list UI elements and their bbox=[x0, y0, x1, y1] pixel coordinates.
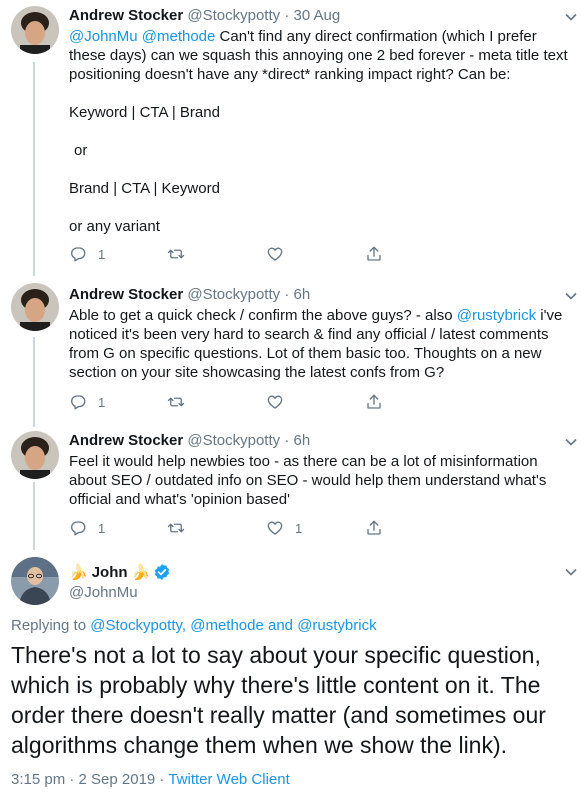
reply-count: 1 bbox=[98, 394, 106, 410]
chevron-down-icon[interactable] bbox=[564, 435, 578, 449]
banana-emoji: 🍌 bbox=[131, 563, 151, 581]
share-button[interactable] bbox=[365, 244, 383, 264]
reply-icon bbox=[71, 247, 86, 262]
separator: · bbox=[284, 432, 290, 449]
tweet-header: Andrew Stocker @Stockypotty · 6h bbox=[69, 432, 310, 449]
display-name[interactable]: Andrew Stocker bbox=[69, 7, 183, 24]
share-icon bbox=[367, 520, 381, 535]
tweet-actions: 1 bbox=[69, 392, 389, 412]
tweet-text-body: Able to get a quick check / confirm the … bbox=[69, 307, 457, 324]
timestamp[interactable]: 6h bbox=[293, 432, 310, 449]
replying-label: Replying to bbox=[11, 617, 87, 634]
retweet-icon bbox=[167, 249, 185, 259]
username[interactable]: @Stockypotty bbox=[187, 7, 280, 24]
display-name[interactable]: Andrew Stocker bbox=[69, 432, 183, 449]
avatar[interactable] bbox=[11, 431, 59, 479]
share-icon bbox=[367, 246, 381, 261]
like-button[interactable] bbox=[266, 244, 295, 264]
tweet-paragraph: Keyword | CTA | Brand bbox=[69, 104, 220, 121]
tweet-text: Able to get a quick check / confirm the … bbox=[69, 306, 575, 382]
client-link[interactable]: Twitter Web Client bbox=[168, 771, 289, 788]
replying-and: and bbox=[268, 617, 294, 634]
mention-link[interactable]: @methode bbox=[142, 28, 216, 45]
tweet-text: @JohnMu @methode Can't find any direct c… bbox=[69, 27, 575, 236]
avatar[interactable] bbox=[11, 557, 59, 605]
timestamp[interactable]: 3:15 pm · 2 Sep 2019 · bbox=[11, 771, 164, 788]
reply-icon bbox=[71, 521, 86, 536]
share-button[interactable] bbox=[365, 392, 383, 412]
retweet-icon bbox=[167, 523, 185, 533]
share-button[interactable] bbox=[365, 518, 383, 538]
retweet-button[interactable] bbox=[167, 244, 196, 264]
like-button[interactable] bbox=[266, 392, 295, 412]
verified-badge-icon bbox=[155, 564, 170, 580]
retweet-icon bbox=[167, 397, 185, 407]
tweet-paragraph: or bbox=[74, 142, 88, 159]
display-name[interactable]: Andrew Stocker bbox=[69, 286, 183, 303]
username[interactable]: @JohnMu bbox=[69, 584, 138, 601]
main-tweet-text: There's not a lot to say about your spec… bbox=[11, 642, 546, 758]
separator: · bbox=[284, 286, 290, 303]
tweet[interactable]: Andrew Stocker @Stockypotty · 6h Feel it… bbox=[0, 426, 586, 550]
mention-link[interactable]: @Stockypotty, bbox=[90, 617, 186, 634]
tweet-header: Andrew Stocker @Stockypotty · 30 Aug bbox=[69, 7, 340, 24]
avatar[interactable] bbox=[11, 6, 59, 54]
tweet[interactable]: Andrew Stocker @Stockypotty · 6h Able to… bbox=[0, 276, 586, 426]
chevron-down-icon[interactable] bbox=[564, 10, 578, 24]
like-icon bbox=[267, 395, 283, 409]
tweet-paragraph: Brand | CTA | Keyword bbox=[69, 180, 220, 197]
avatar[interactable] bbox=[11, 283, 59, 331]
timestamp[interactable]: 30 Aug bbox=[293, 7, 340, 24]
main-display-name[interactable]: 🍌 John 🍌 bbox=[69, 563, 171, 581]
reply-icon bbox=[71, 395, 86, 410]
reply-count: 1 bbox=[98, 246, 106, 262]
reply-button[interactable]: 1 bbox=[69, 244, 105, 264]
reply-count: 1 bbox=[98, 520, 106, 536]
tweet-paragraph: or any variant bbox=[69, 218, 160, 235]
like-button[interactable]: 1 bbox=[266, 518, 302, 538]
reply-button[interactable]: 1 bbox=[69, 518, 105, 538]
retweet-button[interactable] bbox=[167, 518, 196, 538]
retweet-button[interactable] bbox=[167, 392, 196, 412]
mention-link[interactable]: @JohnMu bbox=[69, 28, 138, 45]
share-icon bbox=[367, 394, 381, 409]
replying-to: Replying to @Stockypotty, @methode and @… bbox=[11, 617, 377, 634]
tweet-header: Andrew Stocker @Stockypotty · 6h bbox=[69, 286, 310, 303]
reply-button[interactable]: 1 bbox=[69, 392, 105, 412]
like-icon bbox=[267, 521, 283, 535]
tweet-text: Feel it would help newbies too - as ther… bbox=[69, 453, 547, 508]
tweet-meta: 3:15 pm · 2 Sep 2019 · Twitter Web Clien… bbox=[11, 771, 290, 788]
display-name: John bbox=[91, 563, 128, 581]
separator: · bbox=[284, 7, 290, 24]
timestamp[interactable]: 6h bbox=[293, 286, 310, 303]
mention-link[interactable]: @methode bbox=[190, 617, 264, 634]
username[interactable]: @Stockypotty bbox=[187, 286, 280, 303]
chevron-down-icon[interactable] bbox=[564, 289, 578, 303]
username[interactable]: @Stockypotty bbox=[187, 432, 280, 449]
tweet-actions: 1 bbox=[69, 244, 389, 264]
mention-link[interactable]: @rustybrick bbox=[457, 307, 536, 324]
like-count: 1 bbox=[295, 520, 303, 536]
tweet[interactable]: Andrew Stocker @Stockypotty · 30 Aug @Jo… bbox=[0, 0, 586, 276]
chevron-down-icon[interactable] bbox=[564, 565, 578, 579]
like-icon bbox=[267, 247, 283, 261]
tweet-actions: 1 1 bbox=[69, 518, 389, 538]
banana-emoji: 🍌 bbox=[69, 563, 88, 581]
mention-link[interactable]: @rustybrick bbox=[297, 617, 376, 634]
